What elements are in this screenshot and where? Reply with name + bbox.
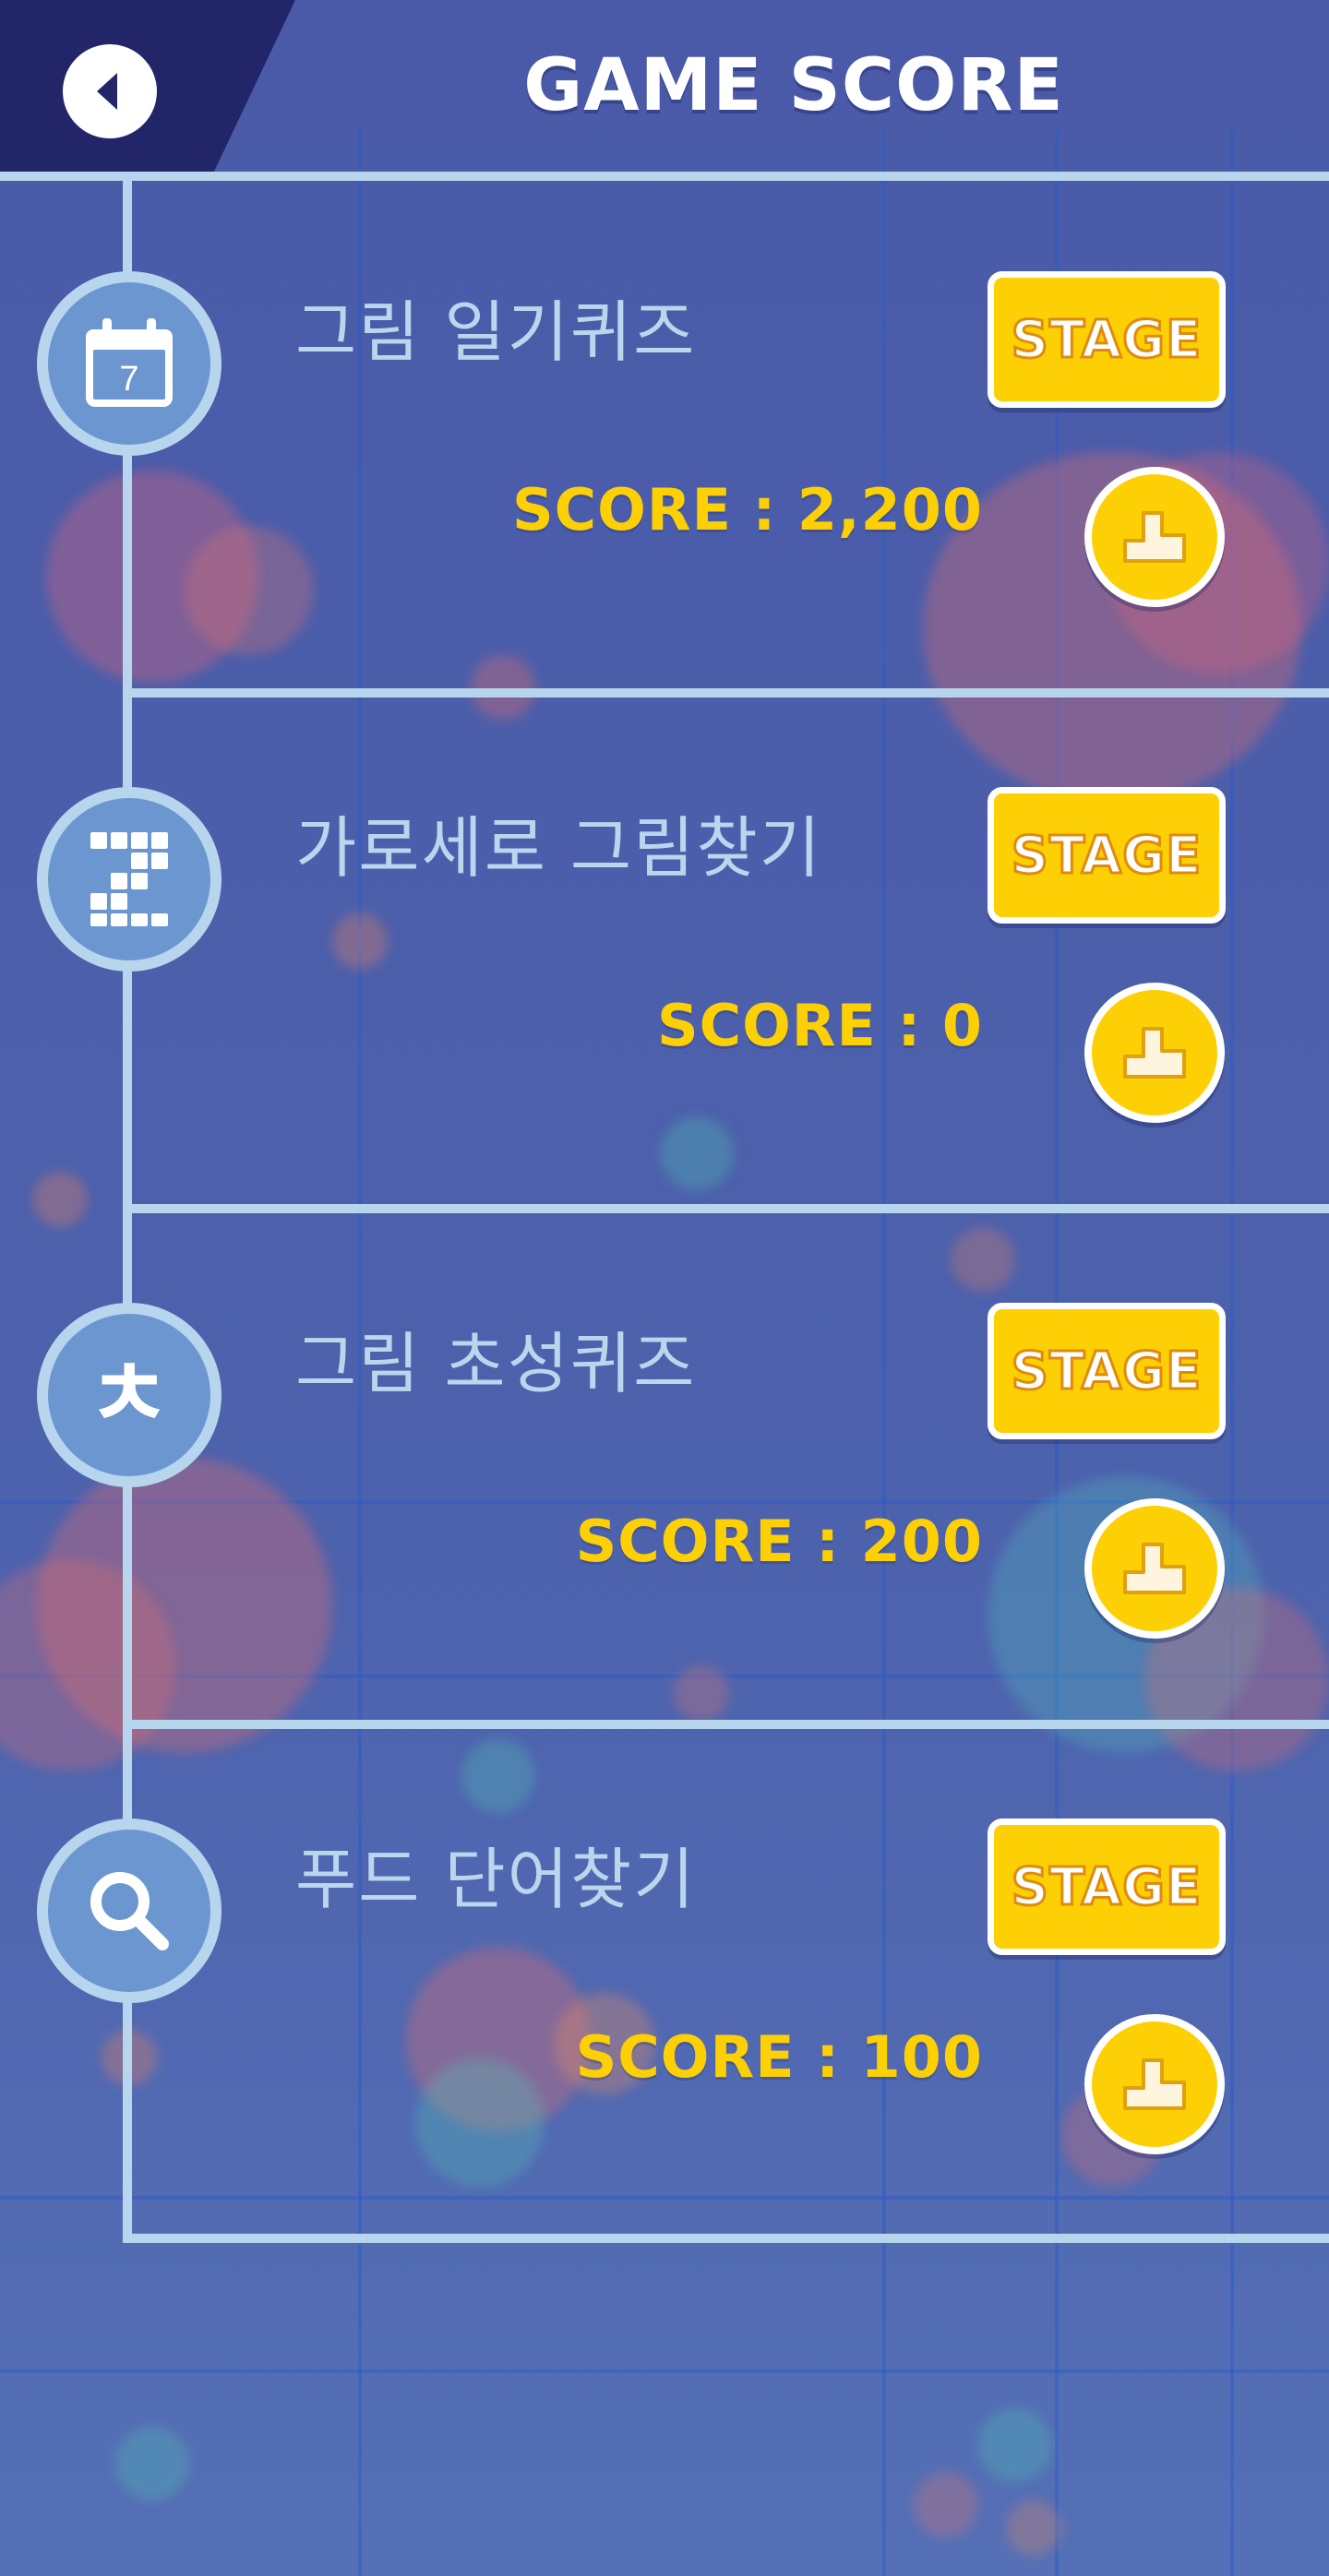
stage-button-label: STAGE	[1010, 308, 1203, 371]
game-row-food-word-search: 푸드 단어찾기 STAGE SCORE : 100	[0, 1728, 1329, 2244]
game-title: 푸드 단어찾기	[295, 1841, 697, 1918]
game-icon-badge	[37, 787, 222, 972]
game-title: 그림 일기퀴즈	[295, 293, 697, 371]
podium-icon	[1123, 1027, 1186, 1079]
game-icon-badge: 7	[37, 271, 222, 456]
stage-button[interactable]: STAGE	[988, 271, 1226, 408]
page-title: GAME SCORE	[523, 44, 1064, 127]
score-text: SCORE : 200	[575, 1508, 983, 1575]
score-text: SCORE : 0	[656, 992, 983, 1059]
ranking-button[interactable]	[1084, 467, 1225, 607]
stage-button-label: STAGE	[1010, 824, 1203, 887]
game-icon-badge: ㅊ	[37, 1303, 222, 1487]
game-row-initial-consonant-quiz: ㅊ 그림 초성퀴즈 STAGE SCORE : 200	[0, 1212, 1329, 1728]
crossword-grid-icon	[90, 832, 168, 926]
hangul-initial-icon: ㅊ	[87, 1341, 172, 1449]
ranking-button[interactable]	[1084, 2014, 1225, 2154]
ranking-button[interactable]	[1084, 1498, 1225, 1639]
stage-button-label: STAGE	[1010, 1855, 1203, 1918]
score-text: SCORE : 2,200	[511, 476, 983, 543]
stage-button[interactable]: STAGE	[988, 787, 1226, 924]
calendar-icon: 7	[86, 318, 173, 407]
header-divider	[0, 172, 1329, 181]
podium-icon	[1123, 1543, 1186, 1594]
podium-icon	[1123, 511, 1186, 563]
game-row-picture-diary-quiz: 7 그림 일기퀴즈 STAGE SCORE : 2,200	[0, 181, 1329, 697]
stage-button[interactable]: STAGE	[988, 1819, 1226, 1955]
ranking-button[interactable]	[1084, 983, 1225, 1123]
header-bar: GAME SCORE	[0, 0, 1329, 181]
game-icon-badge	[37, 1819, 222, 2003]
podium-icon	[1123, 2058, 1186, 2110]
score-text: SCORE : 100	[575, 2023, 983, 2091]
game-title: 가로세로 그림찾기	[295, 809, 822, 887]
game-row-crossword-picture-search: 가로세로 그림찾기 STAGE SCORE : 0	[0, 697, 1329, 1212]
game-title: 그림 초성퀴즈	[295, 1325, 697, 1402]
stage-button[interactable]: STAGE	[988, 1303, 1226, 1439]
stage-button-label: STAGE	[1010, 1340, 1203, 1402]
magnifier-icon	[90, 1872, 169, 1950]
calendar-day-number: 7	[119, 360, 138, 399]
